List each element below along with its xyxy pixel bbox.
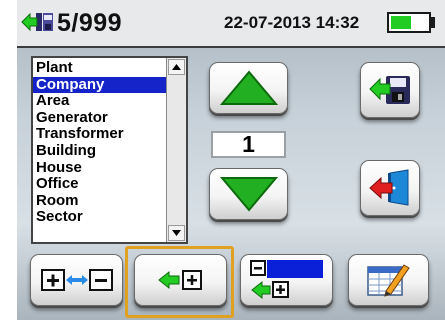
list-item[interactable]: Office (33, 176, 166, 193)
battery-icon (387, 12, 431, 33)
expand-collapse-button[interactable] (30, 254, 123, 306)
save-to-disk-icon (369, 76, 410, 104)
list-scrollbar[interactable] (166, 58, 186, 242)
instrument-screen: 5/999 22-07-2013 14:32 Plant Company Area G… (17, 0, 445, 320)
structure-listbox[interactable]: Plant Company Area Generator Transformer Buil… (31, 56, 188, 244)
status-bar: 5/999 22-07-2013 14:32 (17, 0, 445, 48)
level-down-button[interactable] (209, 168, 288, 220)
list-item[interactable]: Room (33, 192, 166, 210)
scroll-down-icon (172, 230, 181, 236)
list-item[interactable]: House (33, 159, 166, 177)
battery-tip (431, 17, 435, 28)
date-time: 22-07-2013 14:32 (224, 13, 360, 32)
battery-level-fill (391, 16, 411, 29)
scroll-up-button[interactable] (168, 59, 185, 75)
exit-button[interactable] (360, 160, 420, 216)
record-counter: 5/999 (57, 9, 123, 37)
exit-door-icon (369, 169, 409, 206)
record-list-icon (21, 9, 55, 35)
edit-pencil-icon (366, 264, 410, 297)
list-item[interactable]: Building (33, 142, 166, 160)
scroll-down-button[interactable] (168, 225, 185, 241)
list-item[interactable]: Transformer (33, 126, 166, 143)
add-node-button[interactable] (134, 254, 227, 306)
scroll-up-icon (172, 64, 181, 70)
list-item[interactable]: Sector (33, 209, 166, 226)
add-node-icon (157, 270, 202, 290)
add-subnode-icon (249, 260, 323, 300)
list-item[interactable]: Area (33, 93, 166, 110)
triangle-down-icon (219, 177, 278, 212)
edit-button[interactable] (348, 254, 429, 306)
level-value-display: 1 (211, 131, 286, 158)
structure-list: Plant Company Area Generator Transformer Buil… (33, 59, 166, 226)
list-item[interactable]: Generator (33, 109, 166, 127)
list-item[interactable]: Company (33, 76, 166, 94)
expand-collapse-icon (40, 269, 113, 291)
level-up-button[interactable] (209, 62, 288, 114)
save-button[interactable] (360, 62, 420, 118)
triangle-up-icon (219, 70, 278, 105)
list-item[interactable]: Plant (33, 59, 166, 77)
add-subnode-button[interactable] (240, 254, 333, 306)
